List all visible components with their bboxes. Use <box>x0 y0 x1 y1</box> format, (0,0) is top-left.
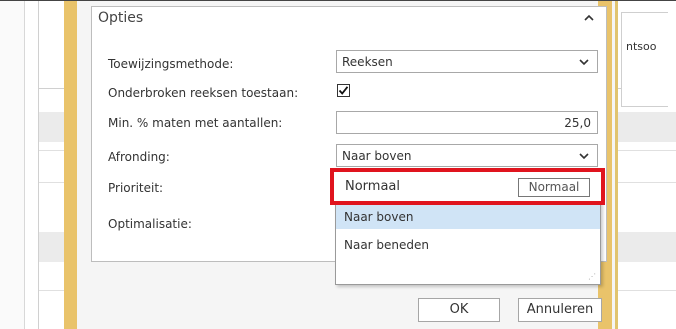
background-divider <box>38 1 39 329</box>
cancel-button[interactable]: Annuleren <box>518 298 602 322</box>
background-right-text: ntsoo <box>626 40 657 53</box>
afronding-select[interactable]: Naar boven <box>336 144 598 167</box>
min-maten-value: 25,0 <box>564 116 591 130</box>
resize-grip-icon[interactable]: ⋰ <box>588 272 596 281</box>
afronding-value: Naar boven <box>342 149 412 163</box>
min-maten-label: Min. % maten met aantallen: <box>108 116 283 130</box>
toewijzingsmethode-label: Toewijzingsmethode: <box>108 57 234 71</box>
dropdown-option-naar-boven[interactable]: Naar boven <box>336 205 600 229</box>
afronding-label: Afronding: <box>108 150 170 164</box>
background-left-band <box>0 1 25 329</box>
dropdown-option-label: Naar beneden <box>344 238 430 252</box>
background-divider <box>24 1 25 329</box>
optimalisatie-label: Optimalisatie: <box>108 217 192 231</box>
toewijzingsmethode-value: Reeksen <box>342 55 393 69</box>
prioriteit-value: Normaal <box>345 179 401 194</box>
chevron-down-icon <box>579 59 589 66</box>
ok-button[interactable]: OK <box>418 298 500 322</box>
background-right-panel <box>621 12 668 107</box>
dropdown-option-label: Naar boven <box>344 210 414 224</box>
dialog-left-gutter <box>64 1 77 329</box>
chevron-up-icon[interactable] <box>584 12 594 25</box>
prioriteit-select[interactable]: Normaal Normaal <box>330 168 605 205</box>
chevron-down-icon <box>579 153 589 160</box>
dropdown-option-naar-beneden[interactable]: Naar beneden <box>336 233 600 257</box>
onderbroken-label: Onderbroken reeksen toestaan: <box>108 86 299 100</box>
onderbroken-checkbox[interactable] <box>337 84 350 97</box>
checkmark-icon <box>338 86 349 95</box>
section-title: Opties <box>98 10 144 26</box>
prioriteit-tooltip: Normaal <box>518 178 590 197</box>
prioriteit-label: Prioriteit: <box>108 181 164 195</box>
min-maten-input[interactable]: 25,0 <box>336 111 598 134</box>
toewijzingsmethode-select[interactable]: Reeksen <box>336 50 598 73</box>
